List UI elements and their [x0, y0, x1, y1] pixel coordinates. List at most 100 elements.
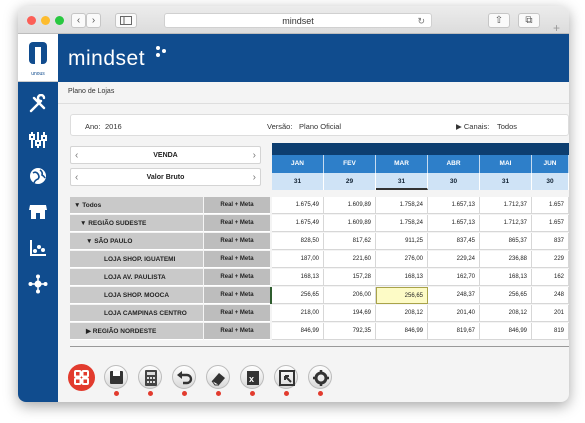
- calculator-button[interactable]: [138, 365, 162, 396]
- row-label[interactable]: LOJA SHOP. MOOCA: [70, 287, 203, 304]
- value-type-selector[interactable]: ‹ Valor Bruto ›: [70, 168, 261, 186]
- table-cell[interactable]: 208,12: [480, 305, 532, 322]
- table-cell[interactable]: 208,12: [376, 305, 428, 322]
- svg-text:x: x: [249, 374, 254, 384]
- month-days-abr: 30: [428, 173, 480, 190]
- table-cell[interactable]: 846,99: [376, 323, 428, 340]
- table-cell[interactable]: 1.675,49: [272, 197, 324, 214]
- table-cell[interactable]: 819: [532, 323, 569, 340]
- table-cell[interactable]: 201: [532, 305, 569, 322]
- table-cell[interactable]: 256,65: [272, 287, 324, 304]
- table-cell[interactable]: 162,70: [428, 269, 480, 286]
- table-cell[interactable]: 1.609,89: [324, 197, 376, 214]
- ano-value[interactable]: 2016: [105, 122, 122, 131]
- chevron-left-icon[interactable]: ‹: [75, 169, 78, 186]
- settings-button[interactable]: [308, 365, 332, 396]
- excel-button[interactable]: x: [240, 365, 264, 396]
- calculator-icon: [145, 370, 157, 386]
- month-header-jan: JAN: [272, 155, 324, 173]
- table-cell[interactable]: 1.675,49: [272, 215, 324, 232]
- table-cell[interactable]: 248,37: [428, 287, 480, 304]
- table-cell[interactable]: 194,69: [324, 305, 376, 322]
- canais-label[interactable]: ▶ Canais:: [456, 122, 489, 131]
- table-cell[interactable]: 157,28: [324, 269, 376, 286]
- table-cell[interactable]: 206,00: [324, 287, 376, 304]
- table-cell[interactable]: 187,00: [272, 251, 324, 268]
- table-cell[interactable]: 1.609,89: [324, 215, 376, 232]
- row-type: Real + Meta: [204, 251, 270, 268]
- canais-value[interactable]: Todos: [497, 122, 517, 131]
- month-header-fev: FEV: [324, 155, 376, 173]
- row-label[interactable]: ▶ REGIÃO NORDESTE: [70, 323, 203, 340]
- table-cell[interactable]: 865,37: [480, 233, 532, 250]
- table-cell[interactable]: 846,99: [272, 323, 324, 340]
- table-cell[interactable]: 1.657,13: [428, 215, 480, 232]
- table-cell[interactable]: 1.657: [532, 215, 569, 232]
- table-cell[interactable]: 229: [532, 251, 569, 268]
- month-band: [272, 143, 569, 155]
- table-cell[interactable]: 1.758,24: [376, 215, 428, 232]
- measure-selector[interactable]: ‹ VENDA ›: [70, 146, 261, 164]
- row-label[interactable]: ▼ Todos: [70, 197, 203, 214]
- export-button[interactable]: [274, 365, 298, 396]
- table-cell[interactable]: 817,62: [324, 233, 376, 250]
- table-cell[interactable]: 218,00: [272, 305, 324, 322]
- table-cell[interactable]: 911,25: [376, 233, 428, 250]
- table-cell[interactable]: 819,67: [428, 323, 480, 340]
- save-button[interactable]: [104, 365, 128, 396]
- table-cell[interactable]: 236,88: [480, 251, 532, 268]
- menu-button[interactable]: [68, 364, 95, 391]
- table-cell[interactable]: 221,60: [324, 251, 376, 268]
- table-cell[interactable]: 168,13: [376, 269, 428, 286]
- table-cell[interactable]: 201,40: [428, 305, 480, 322]
- row-type: Real + Meta: [204, 197, 270, 214]
- ano-label: Ano:: [85, 122, 101, 131]
- chevron-left-icon[interactable]: ‹: [75, 147, 78, 164]
- table-cell[interactable]: 1.712,37: [480, 197, 532, 214]
- row-label[interactable]: LOJA CAMPINAS CENTRO: [70, 305, 203, 322]
- month-days-jun: 30: [532, 173, 569, 190]
- table-cell[interactable]: 792,35: [324, 323, 376, 340]
- table-cell[interactable]: 168,13: [480, 269, 532, 286]
- chevron-right-icon[interactable]: ›: [253, 169, 256, 186]
- status-dot: [318, 391, 323, 396]
- table-cell[interactable]: 256,65: [480, 287, 532, 304]
- row-type: Real + Meta: [204, 269, 270, 286]
- month-header-mai: MAI: [480, 155, 532, 173]
- table-cell[interactable]: 846,99: [480, 323, 532, 340]
- row-type: Real + Meta: [204, 305, 270, 322]
- row-label[interactable]: LOJA SHOP. IGUATEMI: [70, 251, 203, 268]
- table-cell[interactable]: 828,50: [272, 233, 324, 250]
- table-cell[interactable]: 276,00: [376, 251, 428, 268]
- versao-value[interactable]: Plano Oficial: [299, 122, 341, 131]
- table-cell[interactable]: 168,13: [272, 269, 324, 286]
- month-days-mar: 31: [376, 173, 428, 190]
- eraser-button[interactable]: [206, 365, 230, 396]
- filter-bar: Ano: 2016 Versão: Plano Oficial ▶ Canais…: [70, 114, 569, 136]
- undo-button[interactable]: [172, 365, 196, 396]
- status-dot: [250, 391, 255, 396]
- row-label[interactable]: LOJA AV. PAULISTA: [70, 269, 203, 286]
- status-dot: [182, 391, 187, 396]
- chevron-right-icon[interactable]: ›: [253, 147, 256, 164]
- table-cell[interactable]: 1.712,37: [480, 215, 532, 232]
- table-cell[interactable]: 248: [532, 287, 569, 304]
- row-type: Real + Meta: [204, 215, 270, 232]
- row-type: Real + Meta: [204, 233, 270, 250]
- row-label[interactable]: ▼ SÃO PAULO: [70, 233, 203, 250]
- undo-icon: [177, 371, 193, 385]
- table-cell[interactable]: 162: [532, 269, 569, 286]
- breadcrumb-divider: [58, 103, 569, 104]
- row-label[interactable]: ▼ REGIÃO SUDESTE: [70, 215, 203, 232]
- month-header-mar: MAR: [376, 155, 428, 173]
- table-cell[interactable]: 1.657: [532, 197, 569, 214]
- table-cell[interactable]: 837,45: [428, 233, 480, 250]
- excel-icon: x: [247, 371, 259, 385]
- table-cell[interactable]: 837: [532, 233, 569, 250]
- table-cell[interactable]: 1.758,24: [376, 197, 428, 214]
- eraser-icon: [211, 373, 225, 386]
- table-cell[interactable]: 229,24: [428, 251, 480, 268]
- save-icon: [110, 371, 123, 384]
- selected-cell[interactable]: 256,65: [376, 287, 428, 304]
- table-cell[interactable]: 1.657,13: [428, 197, 480, 214]
